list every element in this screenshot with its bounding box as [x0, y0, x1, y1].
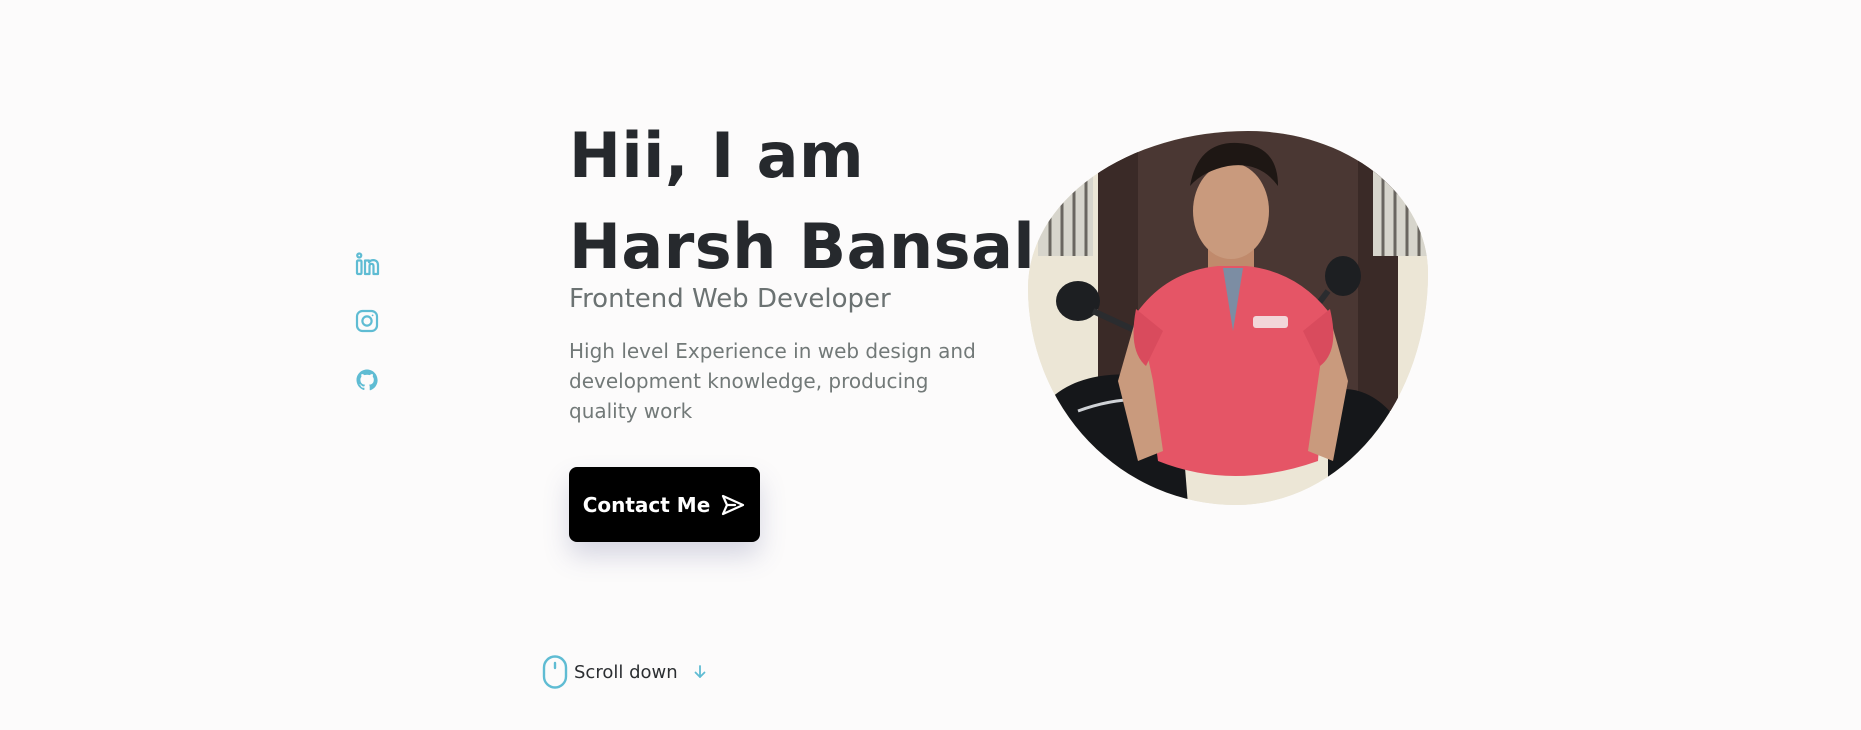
scroll-down-button[interactable]: Scroll down — [542, 655, 708, 689]
scroll-down-label: Scroll down — [574, 661, 678, 683]
mouse-icon — [542, 655, 568, 689]
arrow-down-icon — [684, 664, 708, 680]
hero-title: Hii, I am Harsh Bansal — [569, 110, 1035, 292]
contact-me-button[interactable]: Contact Me — [569, 467, 760, 542]
hero-title-line-1: Hii, I am — [569, 119, 865, 192]
hero-description: High level Experience in web design and … — [569, 339, 976, 423]
github-link[interactable] — [353, 366, 381, 394]
profile-photo-illustration — [1028, 131, 1428, 505]
send-icon — [722, 494, 745, 515]
github-icon — [356, 369, 378, 391]
hero-title-line-2: Harsh Bansal — [569, 210, 1036, 283]
contact-me-label: Contact Me — [582, 492, 711, 517]
hero-subtitle: Frontend Web Developer — [569, 284, 891, 314]
profile-photo — [1028, 131, 1428, 505]
home-section: Hii, I am Harsh Bansal Frontend Web Deve… — [0, 0, 1861, 730]
instagram-link[interactable] — [353, 307, 381, 335]
linkedin-link[interactable] — [353, 250, 381, 278]
linkedin-icon — [355, 252, 380, 276]
instagram-icon — [355, 309, 379, 333]
